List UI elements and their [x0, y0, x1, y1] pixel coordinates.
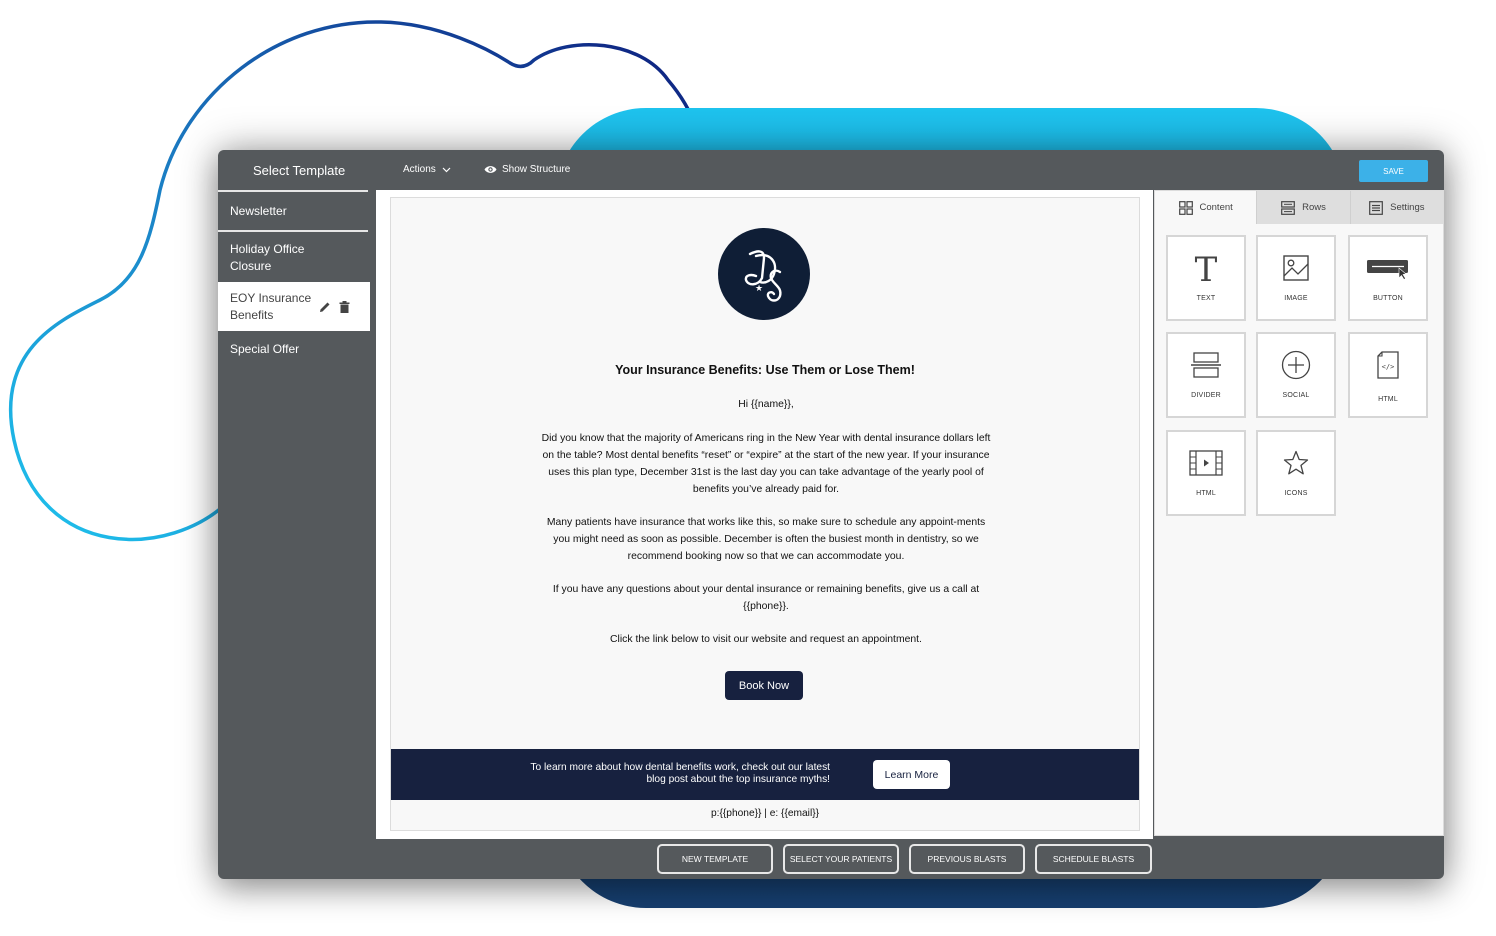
tile-image[interactable]: IMAGE	[1256, 235, 1336, 321]
svg-text:T: T	[1195, 251, 1218, 285]
email-canvas: ★ Your Insurance Benefits: Use Them or L…	[376, 190, 1153, 839]
learn-more-button[interactable]: Learn More	[873, 760, 950, 789]
actions-menu[interactable]: Actions	[403, 164, 451, 175]
practice-logo: ★	[718, 228, 810, 320]
email-greeting: Hi {{name}},	[738, 399, 794, 410]
email-title: Your Insurance Benefits: Use Them or Los…	[615, 363, 915, 377]
tile-label: DIVIDER	[1191, 392, 1221, 399]
star-icon	[1283, 450, 1309, 475]
panel-tabs: Content Rows Settings	[1155, 191, 1444, 224]
tile-icons[interactable]: ICONS	[1256, 430, 1336, 516]
schedule-blasts-button[interactable]: SCHEDULE BLASTS	[1035, 844, 1152, 874]
video-icon	[1189, 450, 1223, 476]
edit-pencil-icon[interactable]	[319, 301, 331, 313]
content-panel: Content Rows Settings T TEXT IMAGE BUTTO…	[1154, 190, 1444, 836]
rows-icon	[1281, 200, 1295, 215]
tab-rows[interactable]: Rows	[1256, 191, 1350, 224]
contact-footer: p:{{phone}} | e: {{email}}	[710, 808, 820, 819]
template-item-eoy-insurance-benefits[interactable]: EOY Insurance Benefits	[218, 282, 370, 331]
template-item-special-offer[interactable]: Special Offer	[218, 331, 370, 358]
grid-icon	[1178, 200, 1193, 215]
email-preview[interactable]: ★ Your Insurance Benefits: Use Them or L…	[390, 197, 1140, 831]
divider-icon	[1191, 352, 1221, 378]
tile-label: BUTTON	[1373, 295, 1403, 302]
select-template-heading: Select Template	[253, 163, 346, 178]
settings-icon	[1369, 200, 1384, 215]
ds-monogram-icon: ★	[744, 250, 782, 302]
code-file-icon: </>	[1377, 351, 1399, 379]
tile-video[interactable]: HTML	[1166, 430, 1246, 516]
tab-label: Content	[1199, 202, 1233, 213]
tile-label: SOCIAL	[1282, 392, 1310, 399]
tile-html[interactable]: </> HTML	[1348, 332, 1428, 418]
template-list: Newsletter Holiday Office Closure EOY In…	[218, 190, 370, 358]
email-paragraph: Click the link below to visit our websit…	[610, 634, 922, 645]
email-paragraph: Many patients have insurance that works …	[546, 517, 986, 562]
tile-label: HTML	[1196, 490, 1216, 497]
svg-text:</>: </>	[1382, 363, 1395, 371]
template-label: Holiday Office Closure	[230, 242, 305, 273]
tab-label: Settings	[1390, 202, 1425, 213]
actions-label: Actions	[403, 164, 436, 175]
button-icon	[1367, 260, 1408, 280]
tab-content[interactable]: Content	[1155, 191, 1257, 224]
image-icon	[1283, 255, 1309, 281]
previous-blasts-button[interactable]: PREVIOUS BLASTS	[909, 844, 1025, 874]
tile-divider[interactable]: DIVIDER	[1166, 332, 1246, 418]
select-your-patients-button[interactable]: SELECT YOUR PATIENTS	[783, 844, 899, 874]
tile-label: ICONS	[1284, 490, 1308, 497]
template-item-newsletter[interactable]: Newsletter	[218, 192, 370, 230]
svg-text:★: ★	[755, 284, 763, 294]
tab-settings[interactable]: Settings	[1349, 191, 1444, 224]
template-item-holiday-office-closure[interactable]: Holiday Office Closure	[218, 232, 338, 282]
template-editor-window: Select Template Actions Show Structure S…	[218, 150, 1444, 879]
tile-button[interactable]: BUTTON	[1348, 235, 1428, 321]
tile-social[interactable]: SOCIAL	[1256, 332, 1336, 418]
email-paragraph: Did you know that the majority of Americ…	[541, 433, 991, 495]
tab-label: Rows	[1302, 202, 1326, 213]
tile-label: IMAGE	[1284, 295, 1308, 302]
text-icon: T	[1195, 251, 1218, 285]
banner-text: To learn more about how dental benefits …	[530, 762, 830, 785]
eye-icon	[484, 166, 497, 173]
show-structure-label: Show Structure	[502, 164, 571, 175]
plus-circle-icon	[1281, 350, 1311, 380]
show-structure-toggle[interactable]: Show Structure	[484, 164, 570, 175]
tile-text[interactable]: T TEXT	[1166, 235, 1246, 321]
trash-icon[interactable]	[339, 300, 350, 313]
tile-label: TEXT	[1196, 295, 1216, 302]
top-toolbar: Select Template Actions Show Structure S…	[218, 150, 1444, 190]
save-button[interactable]: SAVE	[1359, 160, 1428, 182]
book-now-button[interactable]: Book Now	[725, 671, 803, 700]
template-label: Special Offer	[230, 342, 300, 356]
blog-banner: To learn more about how dental benefits …	[391, 749, 1139, 800]
template-label: Newsletter	[230, 204, 287, 218]
chevron-down-icon	[442, 167, 451, 172]
new-template-button[interactable]: NEW TEMPLATE	[657, 844, 773, 874]
email-paragraph: If you have any questions about your den…	[552, 584, 980, 612]
template-label: EOY Insurance Benefits	[230, 291, 312, 322]
tile-label: HTML	[1378, 396, 1398, 403]
template-item-tools	[319, 300, 350, 313]
